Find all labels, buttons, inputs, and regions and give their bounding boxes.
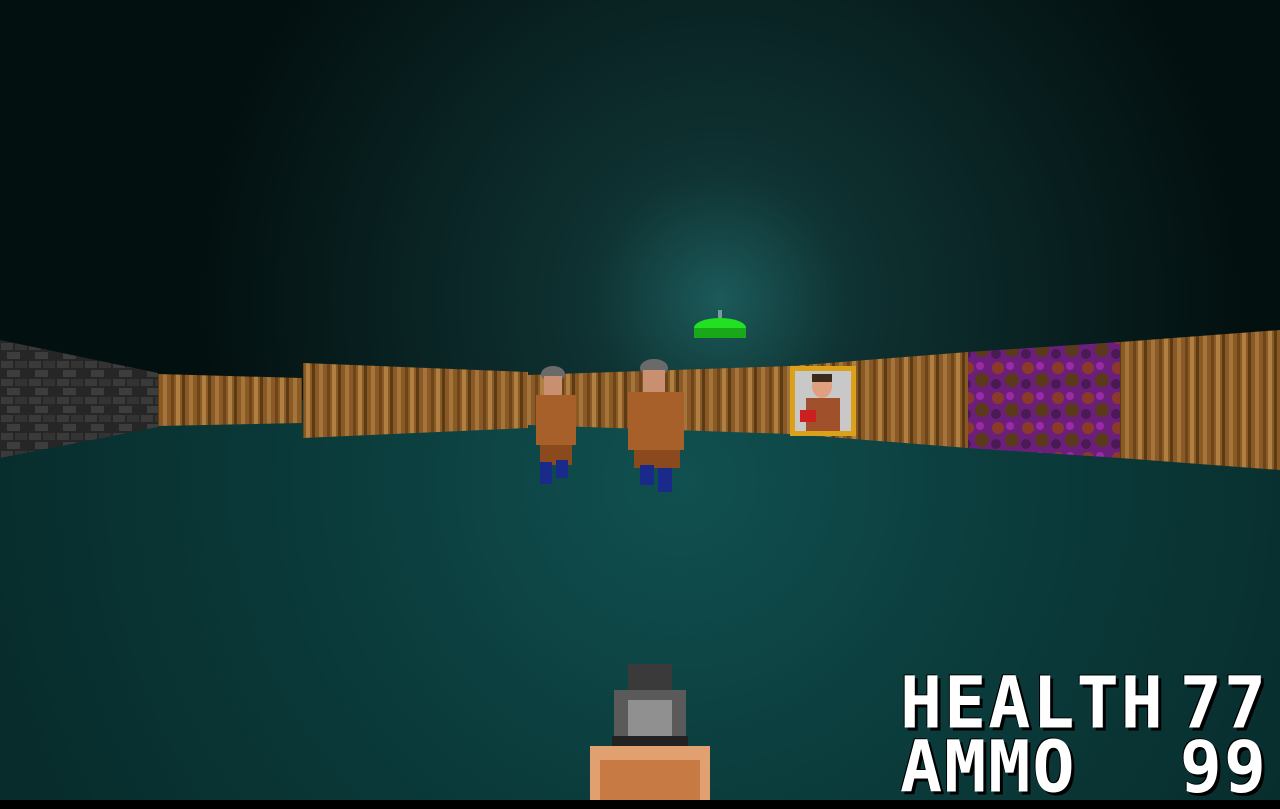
ammo-readout: AMMO 99 [900,731,1268,802]
purple-wall [968,342,1120,458]
wood-wall-left [303,363,528,438]
framed-portrait [790,366,856,436]
ammo-value: 99 [1179,725,1268,809]
wood-wall-far-right [1120,330,1280,470]
ammo-label: AMMO [900,725,1077,809]
ceiling [0,0,1280,400]
wood-wall-far-left [158,374,302,426]
